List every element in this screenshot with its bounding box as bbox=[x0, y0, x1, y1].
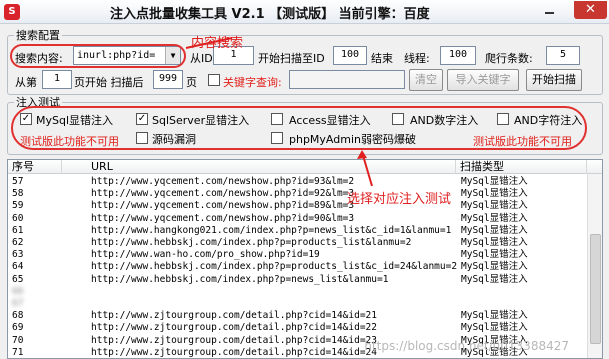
annotation-arrow-search bbox=[185, 37, 233, 49]
annotation-arrows bbox=[185, 37, 373, 187]
annotation-arrow-head bbox=[357, 150, 367, 159]
watermark-text: https://blog.csdn.net/u013388427 bbox=[364, 339, 569, 353]
